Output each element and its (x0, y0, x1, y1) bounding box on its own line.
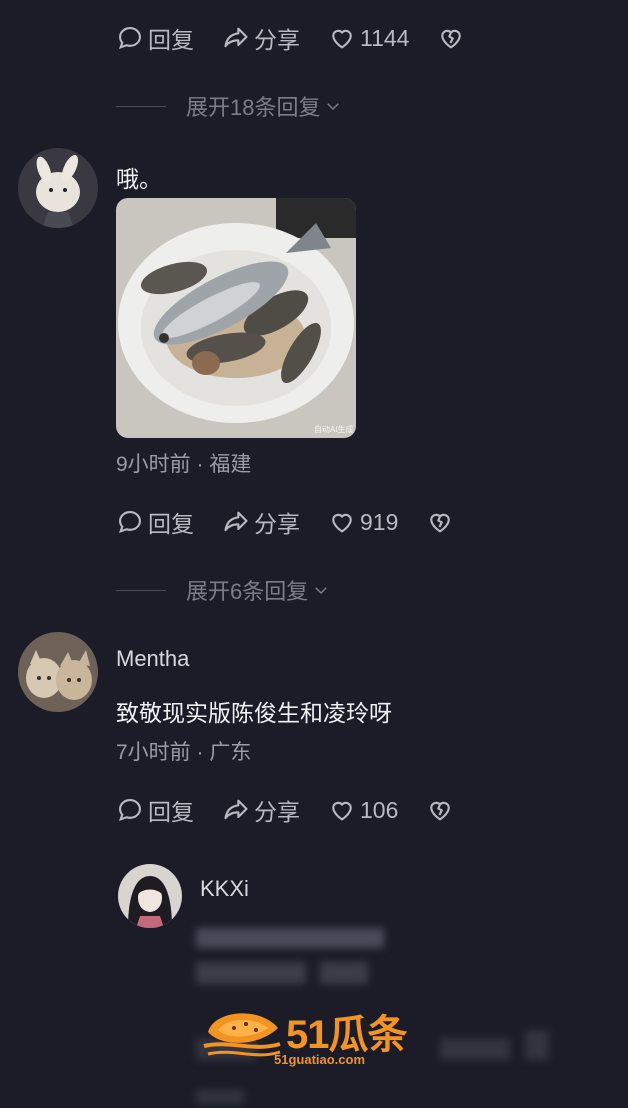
avatar[interactable] (18, 632, 98, 712)
share-button[interactable]: 分享 (222, 505, 300, 539)
share-label: 分享 (254, 27, 300, 53)
comment-text: 致敬现实版陈俊生和凌玲呀 (116, 700, 392, 726)
avatar-image (18, 148, 98, 228)
comment-icon (118, 27, 141, 50)
chevron-down-icon (315, 587, 328, 595)
share-button[interactable]: 分享 (222, 21, 300, 55)
reply-label: 回复 (148, 27, 194, 53)
reply-button[interactable]: 回复 (116, 793, 194, 827)
avatar[interactable] (118, 864, 182, 928)
dislike-button[interactable] (437, 24, 469, 52)
comment-meta: 9小时前 · 福建 (116, 453, 252, 476)
avatar[interactable] (18, 148, 98, 228)
divider-line (116, 589, 166, 591)
username[interactable]: KKXi (200, 876, 249, 902)
share-label: 分享 (254, 799, 300, 825)
blurred-content (196, 1090, 244, 1104)
expand-label: 展开6条回复 (186, 579, 309, 604)
action-bar: 回复 分享 1144 (116, 22, 497, 54)
broken-heart-icon (430, 513, 451, 533)
like-count: 919 (360, 508, 399, 535)
comment-meta: 7小时前 · 广东 (116, 741, 252, 764)
expand-replies-button[interactable]: 展开18条回复 (116, 90, 342, 122)
heart-icon (332, 29, 352, 49)
like-count: 1144 (360, 24, 410, 51)
broken-heart-icon (441, 29, 462, 49)
reply-button[interactable]: 回复 (116, 505, 194, 539)
reply-label: 回复 (148, 511, 194, 537)
expand-label: 展开18条回复 (186, 95, 321, 120)
action-bar: 回复 分享 919 (116, 506, 486, 538)
heart-icon (332, 513, 352, 533)
reply-button[interactable]: 回复 (116, 21, 194, 55)
share-icon (224, 799, 248, 820)
site-watermark-logo: 51瓜条 51guatiao.com (200, 1002, 440, 1072)
share-button[interactable]: 分享 (222, 793, 300, 827)
comments-panel: 回复 分享 1144 展开18条回复 哦。 自动AI生成 9小时前 · 福建 回… (0, 0, 628, 1108)
blurred-content (196, 928, 384, 989)
divider-line (116, 105, 166, 107)
like-button[interactable]: 106 (328, 796, 398, 824)
broken-heart-icon (430, 801, 451, 821)
expand-replies-button[interactable]: 展开6条回复 (116, 574, 330, 606)
action-bar: 回复 分享 106 (116, 794, 486, 826)
dislike-button[interactable] (426, 796, 458, 824)
image-watermark: 自动AI生成 (314, 424, 354, 434)
like-button[interactable]: 919 (328, 508, 398, 536)
chevron-down-icon (327, 103, 340, 111)
comment-icon (118, 511, 141, 534)
like-button[interactable]: 1144 (328, 24, 409, 52)
comment-icon (118, 799, 141, 822)
fish-dish-image: 自动AI生成 (116, 198, 356, 438)
comment-image[interactable]: 自动AI生成 (116, 198, 356, 438)
watermark-url: 51guatiao.com (274, 1052, 366, 1067)
heart-icon (332, 801, 352, 821)
share-icon (224, 511, 248, 532)
share-icon (224, 27, 248, 48)
avatar-image (18, 632, 98, 712)
share-label: 分享 (254, 511, 300, 537)
username[interactable]: Mentha (116, 646, 189, 672)
reply-label: 回复 (148, 799, 194, 825)
avatar-image (118, 864, 182, 928)
dislike-button[interactable] (426, 508, 458, 536)
comment-text: 哦。 (116, 166, 162, 192)
like-count: 106 (360, 796, 399, 823)
